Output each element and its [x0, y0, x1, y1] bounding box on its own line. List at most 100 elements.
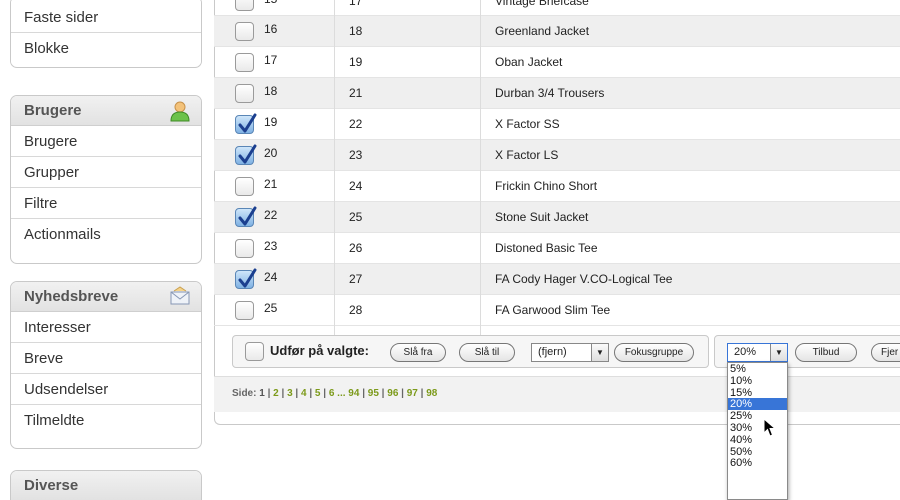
pagination-separator: |: [378, 388, 388, 399]
chevron-down-icon[interactable]: ▼: [770, 344, 787, 361]
sidebar-item-faste-sider[interactable]: Faste sider: [11, 0, 201, 33]
sidebar-item-actionmails[interactable]: Actionmails: [11, 219, 201, 250]
sla-til-button[interactable]: Slå til: [459, 343, 515, 362]
row-product-name[interactable]: Oban Jacket: [495, 55, 562, 69]
brugere-panel: Brugere Brugere Grupper Filtre Actionmai…: [10, 95, 202, 264]
row-checkbox[interactable]: [235, 206, 257, 227]
row-id: 17: [349, 0, 363, 8]
row-product-name[interactable]: Distoned Basic Tee: [495, 241, 598, 255]
checkmark-icon: [238, 268, 257, 288]
table-row: 22 25 Stone Suit Jacket: [214, 202, 900, 233]
row-id: 27: [349, 272, 363, 286]
sidebar-item-breve[interactable]: Breve: [11, 343, 201, 374]
row-checkbox[interactable]: [235, 113, 257, 134]
dropdown-option[interactable]: 5%: [728, 363, 787, 375]
chevron-down-icon[interactable]: ▼: [591, 344, 608, 361]
checkmark-icon: [238, 206, 257, 226]
nyhedsbreve-panel-header: Nyhedsbreve: [11, 282, 201, 312]
sidebar: Faste sider Blokke Brugere Brugere Grupp…: [0, 0, 215, 500]
row-product-name[interactable]: Vintage Briefcase: [495, 0, 589, 8]
pagination: Side: 1 | 2 | 3 | 4 | 5 | 6 ... 94 | 95 …: [232, 388, 437, 399]
table-row: 18 21 Durban 3/4 Trousers: [214, 78, 900, 109]
row-number: 15: [264, 0, 277, 6]
row-id: 19: [349, 55, 363, 69]
row-product-name[interactable]: X Factor LS: [495, 148, 558, 162]
row-id: 28: [349, 303, 363, 317]
fjern-select[interactable]: (fjern) ▼: [531, 343, 609, 362]
row-number: 20: [264, 146, 278, 160]
row-number: 24: [264, 270, 278, 284]
row-product-name[interactable]: Frickin Chino Short: [495, 179, 597, 193]
table-row: 25 28 FA Garwood Slim Tee: [214, 295, 900, 326]
pagination-link[interactable]: 95: [368, 388, 379, 399]
sidebar-item-grupper[interactable]: Grupper: [11, 157, 201, 188]
pagination-link[interactable]: 6 ... 94: [329, 388, 360, 399]
user-icon: [170, 101, 190, 122]
fokusgruppe-button[interactable]: Fokusgruppe: [614, 343, 694, 362]
select-all-checkbox[interactable]: [245, 342, 264, 361]
row-product-name[interactable]: X Factor SS: [495, 117, 560, 131]
row-checkbox[interactable]: [235, 239, 254, 258]
diverse-panel-header: Diverse: [11, 471, 201, 500]
row-id: 26: [349, 241, 363, 255]
row-number: 17: [264, 53, 278, 67]
row-id: 18: [349, 24, 363, 38]
row-checkbox[interactable]: [235, 22, 254, 41]
row-id: 22: [349, 117, 363, 131]
row-checkbox[interactable]: [235, 301, 254, 320]
column-divider: [480, 0, 481, 340]
dropdown-option[interactable]: 10%: [728, 375, 787, 387]
dropdown-option[interactable]: 25%: [728, 410, 787, 422]
row-id: 23: [349, 148, 363, 162]
sidebar-item-tilmeldte[interactable]: Tilmeldte: [11, 405, 201, 436]
row-checkbox[interactable]: [235, 177, 254, 196]
row-checkbox[interactable]: [235, 268, 257, 289]
sidebar-item-filtre[interactable]: Filtre: [11, 188, 201, 219]
fjern-button[interactable]: Fjer: [871, 343, 900, 362]
percent-select[interactable]: 20% ▼: [727, 343, 788, 362]
bulk-action-label: Udfør på valgte:: [270, 343, 369, 358]
row-checkbox[interactable]: [235, 0, 254, 11]
sidebar-item-blokke[interactable]: Blokke: [11, 33, 201, 64]
pagination-link[interactable]: 96: [387, 388, 398, 399]
row-id: 25: [349, 210, 363, 224]
pagination-link[interactable]: 98: [426, 388, 437, 399]
row-checkbox[interactable]: [235, 53, 254, 72]
checkmark-icon: [238, 113, 257, 133]
tilbud-button[interactable]: Tilbud: [795, 343, 857, 362]
dropdown-option[interactable]: 30%: [728, 422, 787, 434]
dropdown-option[interactable]: 50%: [728, 446, 787, 458]
row-checkbox[interactable]: [235, 84, 254, 103]
sidebar-item-brugere[interactable]: Brugere: [11, 126, 201, 157]
pagination-current: 1: [259, 388, 265, 399]
table-row: 23 26 Distoned Basic Tee: [214, 233, 900, 264]
fjern-select-value: (fjern): [538, 346, 567, 358]
dropdown-option[interactable]: 15%: [728, 387, 787, 399]
row-product-name[interactable]: Greenland Jacket: [495, 24, 589, 38]
percent-dropdown-list: 5% 10% 15% 20% 25% 30% 40% 50% 60%: [727, 362, 788, 500]
sidebar-item-interesser[interactable]: Interesser: [11, 312, 201, 343]
row-number: 16: [264, 22, 278, 36]
table-row: 15 17 Vintage Briefcase: [214, 0, 900, 16]
row-id: 24: [349, 179, 363, 193]
row-product-name[interactable]: FA Garwood Slim Tee: [495, 303, 610, 317]
sidebar-item-udsendelser[interactable]: Udsendelser: [11, 374, 201, 405]
pagination-prefix: Side:: [232, 388, 257, 399]
table-row: 20 23 X Factor LS: [214, 140, 900, 171]
row-product-name[interactable]: Stone Suit Jacket: [495, 210, 588, 224]
dropdown-option[interactable]: 60%: [728, 457, 787, 469]
row-number: 23: [264, 239, 278, 253]
row-product-name[interactable]: Durban 3/4 Trousers: [495, 86, 604, 100]
percent-select-value: 20%: [734, 346, 757, 358]
pagination-separator: |: [417, 388, 427, 399]
table-row: 21 24 Frickin Chino Short: [214, 171, 900, 202]
row-product-name[interactable]: FA Cody Hager V.CO-Logical Tee: [495, 272, 672, 286]
row-checkbox[interactable]: [235, 144, 257, 165]
sla-fra-button[interactable]: Slå fra: [390, 343, 446, 362]
dropdown-option[interactable]: 40%: [728, 434, 787, 446]
diverse-panel: Diverse: [10, 470, 202, 500]
row-number: 22: [264, 208, 278, 222]
dropdown-option[interactable]: 20%: [728, 398, 787, 410]
pagination-link[interactable]: 97: [407, 388, 418, 399]
pagination-separator: |: [320, 388, 329, 399]
